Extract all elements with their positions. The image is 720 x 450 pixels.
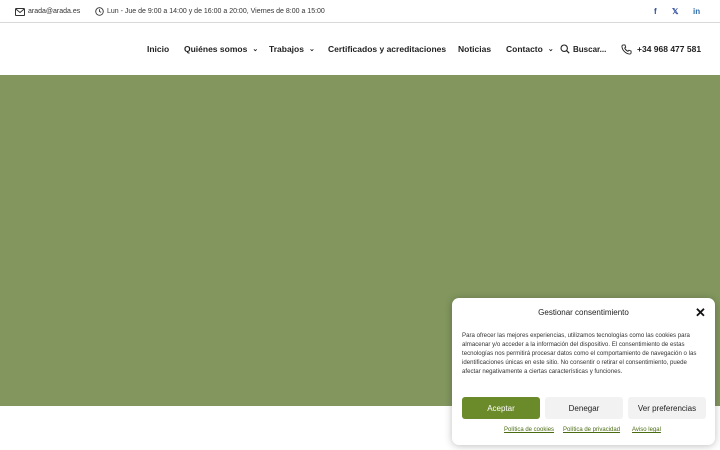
nav-item-label[interactable]: Contacto	[506, 44, 543, 54]
clock-icon	[95, 7, 104, 16]
dialog-title: Gestionar consentimiento	[538, 308, 629, 317]
nav-item-quienes-somos[interactable]: Quiénes somos ⌄	[184, 23, 258, 75]
nav-item-trabajos[interactable]: Trabajos ⌄	[269, 23, 315, 75]
nav-item-label[interactable]: Inicio	[147, 44, 169, 54]
policy-links: Política de cookies Política de privacid…	[452, 427, 715, 437]
chevron-down-icon[interactable]: ⌄	[309, 45, 315, 53]
phone-link[interactable]: +34 968 477 581	[621, 23, 701, 75]
search-button[interactable]: Buscar...	[560, 23, 606, 75]
dialog-text: Para ofrecer las mejores experiencias, u…	[462, 332, 697, 376]
nav-item-label[interactable]: Quiénes somos	[184, 44, 247, 54]
preferences-button[interactable]: Ver preferencias	[628, 397, 706, 419]
legal-notice-link[interactable]: Aviso legal	[632, 427, 661, 433]
search-label[interactable]: Buscar...	[573, 45, 606, 54]
chevron-down-icon[interactable]: ⌄	[252, 45, 258, 53]
nav-item-certificados[interactable]: Certificados y acreditaciones	[328, 23, 446, 75]
topbar-hours-text: Lun - Jue de 9:00 a 14:00 y de 16:00 a 2…	[107, 8, 325, 15]
phone-number[interactable]: +34 968 477 581	[637, 44, 701, 54]
top-bar: arada@arada.es Lun - Jue de 9:00 a 14:00…	[0, 0, 720, 23]
twitter-icon[interactable]: 𝕏	[672, 0, 678, 23]
privacy-policy-link[interactable]: Política de privacidad	[563, 427, 620, 433]
phone-icon	[621, 43, 632, 55]
facebook-icon[interactable]: f	[654, 0, 657, 23]
topbar-hours: Lun - Jue de 9:00 a 14:00 y de 16:00 a 2…	[95, 0, 325, 23]
deny-button[interactable]: Denegar	[545, 397, 623, 419]
nav-item-noticias[interactable]: Noticias	[458, 23, 491, 75]
accept-button[interactable]: Aceptar	[462, 397, 540, 419]
topbar-email-text[interactable]: arada@arada.es	[28, 8, 80, 15]
cookie-policy-link[interactable]: Política de cookies	[504, 427, 554, 433]
close-icon[interactable]: ✕	[695, 306, 706, 319]
topbar-email[interactable]: arada@arada.es	[15, 0, 80, 23]
search-icon[interactable]	[560, 44, 570, 54]
nav-item-label[interactable]: Certificados y acreditaciones	[328, 44, 446, 54]
nav-item-label[interactable]: Trabajos	[269, 44, 304, 54]
cookie-consent-dialog: Gestionar consentimiento ✕ Para ofrecer …	[452, 298, 715, 445]
mail-icon	[15, 7, 25, 16]
main-nav: Inicio Quiénes somos ⌄ Trabajos ⌄ Certif…	[0, 23, 720, 75]
chevron-down-icon[interactable]: ⌄	[548, 45, 554, 53]
linkedin-icon[interactable]: in	[693, 0, 700, 23]
nav-item-contacto[interactable]: Contacto ⌄	[506, 23, 554, 75]
nav-item-label[interactable]: Noticias	[458, 44, 491, 54]
nav-item-inicio[interactable]: Inicio	[147, 23, 169, 75]
